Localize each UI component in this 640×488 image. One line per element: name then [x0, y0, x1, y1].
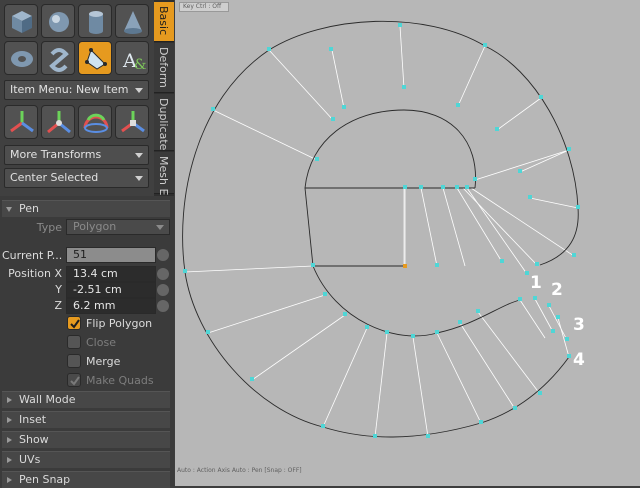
expand-icon — [6, 207, 12, 212]
tab-basic-label: Basic — [157, 6, 170, 36]
chevron-down-icon — [135, 153, 143, 158]
make-quads-label: Make Quads — [86, 374, 154, 387]
spinner-icon[interactable] — [157, 268, 169, 280]
more-transforms-dropdown[interactable]: More Transforms — [4, 145, 149, 165]
expand-icon — [7, 397, 12, 403]
transform-icon[interactable] — [115, 105, 149, 139]
annotation-4: 4 — [573, 350, 585, 370]
annotation-1: 1 — [530, 273, 542, 293]
position-y-label: Y — [55, 283, 62, 296]
current-point-label: Current P... — [2, 249, 63, 262]
spinner-icon[interactable] — [157, 284, 169, 296]
torus-icon[interactable] — [4, 41, 38, 75]
text-tool-icon[interactable]: A & — [115, 41, 149, 75]
checkmark-icon — [70, 319, 80, 329]
show-label: Show — [19, 433, 49, 446]
position-y-value: -2.51 cm — [73, 283, 122, 296]
tab-mesh-edit[interactable]: Mesh E — [154, 152, 174, 196]
annotation-2: 2 — [551, 280, 563, 300]
pen-snap-label: Pen Snap — [19, 473, 71, 486]
position-z-field[interactable]: 6.2 mm — [66, 298, 156, 314]
tab-basic[interactable]: Basic — [154, 2, 174, 42]
flip-polygon-label: Flip Polygon — [86, 317, 153, 330]
wall-mode-section[interactable]: Wall Mode — [2, 391, 170, 408]
scale-icon[interactable] — [78, 105, 112, 139]
tab-mesh-edit-label: Mesh E — [157, 156, 170, 196]
position-x-value: 13.4 cm — [73, 267, 118, 280]
center-selected-label: Center Selected — [10, 171, 99, 184]
viewport-status-bar: Auto : Action Axis Auto : Pen [Snap : OF… — [177, 467, 302, 474]
item-menu-label: Item Menu: New Item — [10, 83, 129, 96]
merge-label: Merge — [86, 355, 121, 368]
tool-properties-panel: Pen Type Polygon Current P... 51 Positio… — [0, 196, 174, 488]
center-selected-dropdown[interactable]: Center Selected — [4, 168, 149, 188]
flip-polygon-checkbox[interactable] — [67, 316, 81, 330]
type-label: Type — [36, 221, 62, 234]
expand-icon — [7, 437, 12, 443]
pen-snap-section[interactable]: Pen Snap — [2, 471, 170, 488]
position-x-field[interactable]: 13.4 cm — [66, 266, 156, 282]
capsule-icon[interactable] — [41, 41, 75, 75]
position-z-label: Z — [54, 299, 62, 312]
wall-mode-label: Wall Mode — [19, 393, 76, 406]
chevron-down-icon — [135, 88, 143, 93]
position-z-value: 6.2 mm — [73, 299, 116, 312]
spinner-icon[interactable] — [157, 249, 169, 261]
type-dropdown[interactable]: Polygon — [66, 219, 170, 235]
mesh-drawing — [182, 20, 580, 438]
inset-label: Inset — [19, 413, 47, 426]
3d-viewport[interactable]: Key Ctrl : Off 1 2 3 4 Auto: Action Axi… — [175, 0, 640, 486]
expand-icon — [7, 417, 12, 423]
cone-icon[interactable] — [115, 4, 149, 38]
svg-text:&: & — [134, 57, 146, 73]
checkmark-icon — [70, 376, 80, 386]
cylinder-icon[interactable] — [78, 4, 112, 38]
sphere-icon[interactable] — [41, 4, 75, 38]
cube-icon[interactable] — [4, 4, 38, 38]
tab-deform[interactable]: Deform — [154, 43, 174, 93]
position-x-label: Position X — [8, 267, 62, 280]
pen-section-header[interactable]: Pen — [2, 200, 170, 217]
chevron-down-icon — [156, 225, 164, 230]
uvs-label: UVs — [19, 453, 41, 466]
close-label: Close — [86, 336, 116, 349]
current-point-value: 51 — [73, 248, 87, 261]
pen-section-title: Pen — [19, 202, 39, 215]
pen-tool-icon[interactable] — [78, 41, 112, 75]
chevron-down-icon — [135, 176, 143, 181]
tab-duplicate-label: Duplicate — [157, 98, 170, 151]
expand-icon — [7, 457, 12, 463]
close-checkbox[interactable] — [67, 335, 81, 349]
expand-icon — [7, 477, 12, 483]
uvs-section[interactable]: UVs — [2, 451, 170, 468]
current-point-field[interactable]: 51 — [66, 247, 156, 263]
type-value: Polygon — [73, 220, 117, 233]
spinner-icon[interactable] — [157, 300, 169, 312]
show-section[interactable]: Show — [2, 431, 170, 448]
position-y-field[interactable]: -2.51 cm — [66, 282, 156, 298]
merge-checkbox[interactable] — [67, 354, 81, 368]
tab-deform-label: Deform — [157, 47, 170, 88]
annotation-3: 3 — [573, 315, 585, 335]
tab-duplicate[interactable]: Duplicate — [154, 94, 174, 151]
rotate-icon[interactable] — [41, 105, 75, 139]
make-quads-checkbox[interactable] — [67, 373, 81, 387]
more-transforms-label: More Transforms — [10, 148, 102, 161]
item-menu-dropdown[interactable]: Item Menu: New Item — [4, 80, 149, 100]
inset-section[interactable]: Inset — [2, 411, 170, 428]
move-icon[interactable] — [4, 105, 38, 139]
